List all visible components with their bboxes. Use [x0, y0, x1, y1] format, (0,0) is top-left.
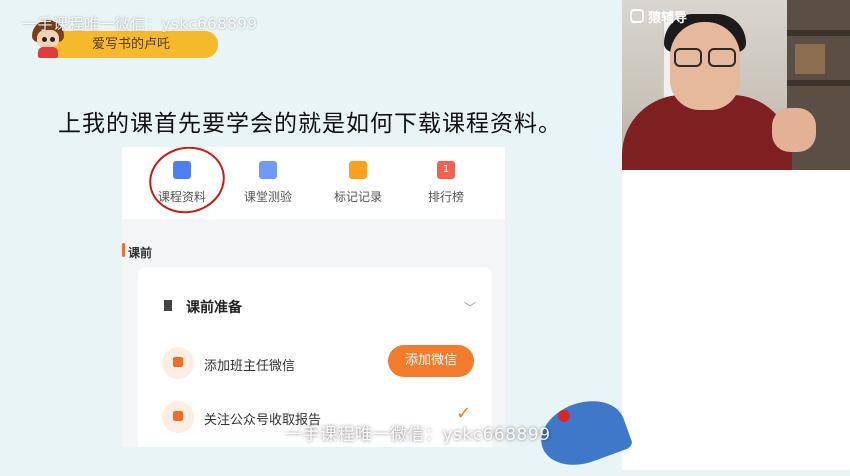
bookmark-icon: [164, 300, 172, 311]
note-icon: [349, 161, 367, 179]
hand-drawn-circle-annotation: [142, 147, 232, 221]
tab-bar: 课程资料 课堂测验 标记记录 1 排行榜: [122, 147, 505, 221]
slide-heading: 上我的课首先要学会的就是如何下载课程资料。: [58, 111, 562, 137]
teacher-name-tag: 爱写书的卢吒: [44, 31, 218, 58]
tab-class-quiz[interactable]: 课堂测验: [228, 161, 308, 205]
teacher-webcam: 猿辅导: [622, 0, 850, 170]
tab-marked-records[interactable]: 标记记录: [318, 161, 398, 205]
webcam-logo-text: 猿辅导: [648, 10, 688, 26]
row-label: 添加班主任微信: [204, 359, 296, 374]
tab-leaderboard[interactable]: 1 排行榜: [406, 161, 486, 205]
report-icon: [162, 401, 194, 433]
watermark-top: 一手课程唯一微信：yskc668899: [22, 15, 258, 33]
tab-label: 排行榜: [427, 190, 464, 204]
tab-label: 课堂测验: [243, 190, 292, 204]
edit-icon: [259, 161, 277, 179]
bird-eye-dot: [558, 410, 570, 422]
section-title: 课前: [128, 246, 153, 260]
watermark-bottom: 一手课程唯一微信：yskc668899: [285, 425, 551, 445]
teacher-glasses: [672, 48, 738, 67]
add-wechat-button[interactable]: 添加微信: [388, 345, 474, 377]
section-accent-bar: [122, 243, 125, 257]
logo-mark-icon: [630, 9, 644, 23]
tab-label: 标记记录: [333, 190, 382, 204]
webcam-logo: 猿辅导: [630, 7, 688, 26]
teacher-hand: [772, 108, 816, 152]
chevron-down-icon[interactable]: ﹀: [464, 299, 476, 316]
person-icon: [162, 347, 194, 379]
app-screenshot: 课程资料 课堂测验 标记记录 1 排行榜 课前 课前准备 ﹀ 添加班主任微信 添…: [122, 147, 505, 447]
card-title: 课前准备: [186, 300, 242, 316]
rank-icon: 1: [437, 161, 455, 179]
